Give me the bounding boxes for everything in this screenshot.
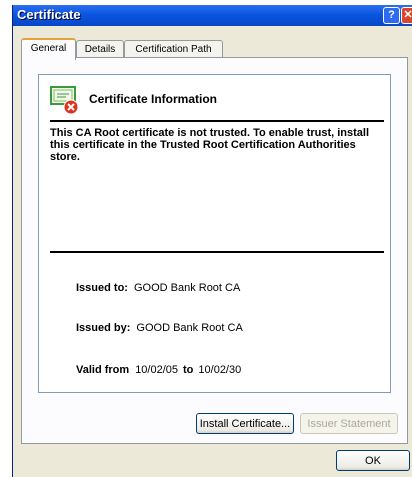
tab-general[interactable]: General bbox=[21, 38, 76, 60]
tab-certification-path[interactable]: Certification Path bbox=[124, 40, 223, 58]
valid-from-label: Valid from bbox=[76, 364, 130, 376]
divider-middle bbox=[50, 251, 384, 253]
issued-to-label: Issued to: bbox=[76, 282, 128, 294]
help-button[interactable]: ? bbox=[383, 7, 400, 24]
certificate-info-panel: Certificate Information This CA Root cer… bbox=[38, 74, 391, 393]
install-certificate-button[interactable]: Install Certificate... bbox=[196, 413, 294, 434]
ok-button[interactable]: OK bbox=[336, 450, 410, 471]
certificate-info-heading: Certificate Information bbox=[89, 92, 218, 106]
window-title: Certificate bbox=[17, 7, 81, 22]
trust-message: This CA Root certificate is not trusted.… bbox=[50, 127, 370, 163]
certificate-dialog: Certificate ? ✕ General Details Certific… bbox=[12, 5, 412, 477]
valid-from-value: 10/02/05 bbox=[135, 364, 179, 376]
issuer-statement-button[interactable]: Issuer Statement bbox=[300, 413, 398, 434]
issued-to-value: GOOD Bank Root CA bbox=[133, 282, 241, 294]
valid-to-value: 10/02/30 bbox=[198, 364, 242, 376]
issued-by-row: Issued by: GOOD Bank Root CA bbox=[76, 322, 243, 334]
issued-by-label: Issued by: bbox=[76, 322, 131, 334]
issued-by-value: GOOD Bank Root CA bbox=[136, 322, 243, 334]
tab-details[interactable]: Details bbox=[76, 40, 124, 58]
validity-row: Valid from 10/02/05 to 10/02/30 bbox=[76, 364, 241, 376]
title-bar[interactable]: Certificate ? ✕ bbox=[13, 5, 412, 26]
certificate-error-icon bbox=[50, 86, 79, 115]
close-button[interactable]: ✕ bbox=[401, 7, 412, 24]
general-tab-page: Certificate Information This CA Root cer… bbox=[21, 57, 408, 444]
issued-to-row: Issued to: GOOD Bank Root CA bbox=[76, 282, 240, 294]
divider-top bbox=[50, 120, 384, 122]
valid-to-label: to bbox=[183, 364, 194, 376]
